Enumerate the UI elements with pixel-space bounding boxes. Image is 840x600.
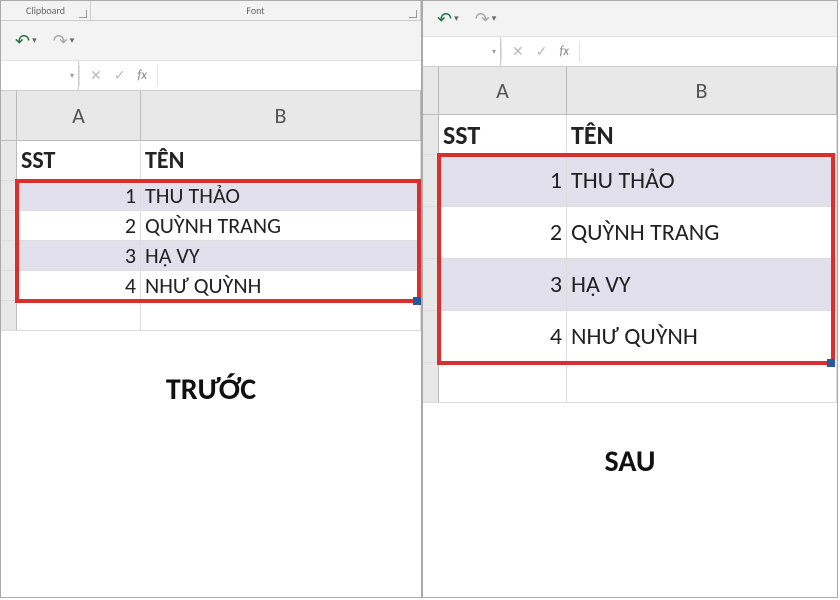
row-header[interactable] — [423, 207, 439, 258]
cell-name[interactable]: QUỲNH TRANG — [567, 207, 837, 258]
ribbon-group-labels: Clipboard Font — [1, 1, 421, 21]
formula-bar-buttons: ✕ ✓ fx — [80, 61, 157, 90]
chevron-down-icon[interactable]: ▾ — [70, 71, 74, 81]
cell-sst[interactable]: 2 — [17, 211, 141, 240]
cell-name[interactable]: QUỲNH TRANG — [141, 211, 421, 240]
table-row: SST TÊN — [423, 115, 837, 155]
ribbon-group-font-label: Font — [246, 4, 264, 17]
cell-header-sst[interactable]: SST — [439, 115, 567, 154]
column-headers: A B — [423, 67, 837, 115]
row-header[interactable] — [423, 155, 439, 206]
column-headers: A B — [1, 91, 421, 141]
cell-header-ten[interactable]: TÊN — [567, 115, 837, 154]
undo-icon: ↶ — [437, 8, 452, 30]
table-row: 2 QUỲNH TRANG — [1, 211, 421, 241]
cell-sst[interactable]: 3 — [17, 241, 141, 270]
name-box[interactable]: ▾ — [1, 61, 79, 90]
excel-pane-after: ↶ ▾ ↷ ▾ ▾ ✕ ✓ fx A B SST TÊN — [422, 0, 838, 598]
insert-function-button[interactable]: fx — [559, 44, 569, 59]
cell-sst[interactable]: 1 — [439, 155, 567, 206]
row-header[interactable] — [423, 115, 439, 154]
redo-icon: ↷ — [53, 30, 68, 52]
cell-name[interactable]: HẠ VY — [141, 241, 421, 270]
confirm-icon[interactable]: ✓ — [114, 67, 126, 84]
row-header[interactable] — [423, 363, 439, 402]
quick-access-toolbar: ↶ ▾ ↷ ▾ — [1, 21, 421, 61]
name-box[interactable]: ▾ — [423, 37, 501, 66]
table-row: 2 QUỲNH TRANG — [423, 207, 837, 259]
cell-header-ten[interactable]: TÊN — [141, 141, 421, 180]
ribbon-group-clipboard[interactable]: Clipboard — [1, 1, 91, 20]
table-row — [1, 301, 421, 331]
empty-cell[interactable] — [141, 301, 421, 330]
cell-sst[interactable]: 1 — [17, 181, 141, 210]
select-all-corner[interactable] — [1, 91, 17, 140]
formula-input[interactable] — [580, 37, 837, 66]
formula-bar: ▾ ✕ ✓ fx — [1, 61, 421, 91]
row-header[interactable] — [1, 181, 17, 210]
undo-button[interactable]: ↶ ▾ — [15, 30, 37, 52]
table-row — [423, 363, 837, 403]
formula-input[interactable] — [158, 61, 421, 90]
chevron-down-icon[interactable]: ▾ — [454, 13, 459, 24]
dialog-launcher-icon[interactable] — [79, 10, 87, 18]
chevron-down-icon[interactable]: ▾ — [492, 13, 497, 24]
cell-sst[interactable]: 3 — [439, 259, 567, 310]
caption-before: TRƯỚC — [1, 371, 421, 408]
confirm-icon[interactable]: ✓ — [536, 43, 548, 60]
cancel-icon[interactable]: ✕ — [512, 43, 524, 60]
cell-name[interactable]: NHƯ QUỲNH — [141, 271, 421, 300]
row-header[interactable] — [1, 141, 17, 180]
table-row: 1 THU THẢO — [1, 181, 421, 211]
redo-icon: ↷ — [475, 8, 490, 30]
select-all-corner[interactable] — [423, 67, 439, 114]
formula-bar-buttons: ✕ ✓ fx — [502, 37, 579, 66]
empty-cell[interactable] — [439, 363, 567, 402]
redo-button[interactable]: ↷ ▾ — [475, 8, 497, 30]
cell-sst[interactable]: 2 — [439, 207, 567, 258]
empty-cell[interactable] — [17, 301, 141, 330]
redo-button[interactable]: ↷ ▾ — [53, 30, 75, 52]
chevron-down-icon[interactable]: ▾ — [32, 35, 37, 46]
column-header-a[interactable]: A — [439, 67, 567, 114]
ribbon-group-clipboard-label: Clipboard — [26, 4, 65, 17]
table-row: 1 THU THẢO — [423, 155, 837, 207]
cell-name[interactable]: NHƯ QUỲNH — [567, 311, 837, 362]
undo-button[interactable]: ↶ ▾ — [437, 8, 459, 30]
quick-access-toolbar: ↶ ▾ ↷ ▾ — [423, 1, 837, 37]
cell-sst[interactable]: 4 — [17, 271, 141, 300]
chevron-down-icon[interactable]: ▾ — [492, 47, 496, 57]
cell-name[interactable]: THU THẢO — [141, 181, 421, 210]
insert-function-button[interactable]: fx — [137, 68, 147, 83]
column-header-b[interactable]: B — [141, 91, 421, 140]
cancel-icon[interactable]: ✕ — [90, 67, 102, 84]
table-row: 4 NHƯ QUỲNH — [423, 311, 837, 363]
ribbon-group-font[interactable]: Font — [91, 1, 421, 20]
table-row: SST TÊN — [1, 141, 421, 181]
cell-sst[interactable]: 4 — [439, 311, 567, 362]
undo-icon: ↶ — [15, 30, 30, 52]
row-header[interactable] — [1, 211, 17, 240]
spreadsheet-grid[interactable]: SST TÊN 1 THU THẢO 2 QUỲNH TRANG 3 HẠ VY… — [423, 115, 837, 480]
spreadsheet-grid[interactable]: SST TÊN 1 THU THẢO 2 QUỲNH TRANG 3 HẠ VY… — [1, 141, 421, 408]
table-row: 3 HẠ VY — [1, 241, 421, 271]
chevron-down-icon[interactable]: ▾ — [70, 35, 75, 46]
cell-name[interactable]: THU THẢO — [567, 155, 837, 206]
column-header-a[interactable]: A — [17, 91, 141, 140]
formula-bar: ▾ ✕ ✓ fx — [423, 37, 837, 67]
row-header[interactable] — [423, 311, 439, 362]
excel-pane-before: Clipboard Font ↶ ▾ ↷ ▾ ▾ ✕ ✓ fx — [0, 0, 422, 598]
empty-cell[interactable] — [567, 363, 837, 402]
table-row: 3 HẠ VY — [423, 259, 837, 311]
cell-name[interactable]: HẠ VY — [567, 259, 837, 310]
row-header[interactable] — [1, 271, 17, 300]
row-header[interactable] — [1, 301, 17, 330]
caption-after: SAU — [423, 443, 837, 480]
row-header[interactable] — [1, 241, 17, 270]
dialog-launcher-icon[interactable] — [409, 10, 417, 18]
column-header-b[interactable]: B — [567, 67, 837, 114]
table-row: 4 NHƯ QUỲNH — [1, 271, 421, 301]
cell-header-sst[interactable]: SST — [17, 141, 141, 180]
row-header[interactable] — [423, 259, 439, 310]
